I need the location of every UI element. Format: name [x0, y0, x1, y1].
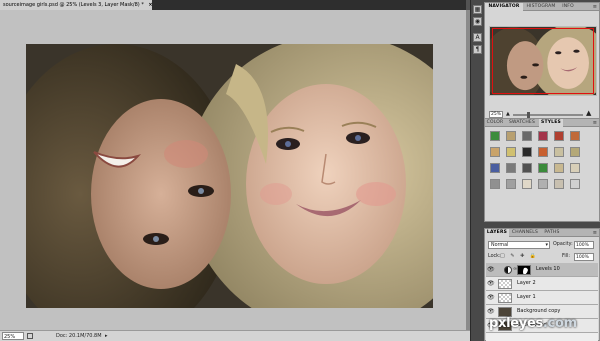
tab-styles[interactable]: STYLES	[539, 119, 563, 127]
tab-layers[interactable]: LAYERS	[485, 229, 509, 237]
tab-paths[interactable]: PATHS	[541, 229, 563, 237]
watermark-suffix: .com	[542, 316, 577, 331]
style-swatch[interactable]	[554, 163, 564, 173]
style-swatch[interactable]	[522, 131, 532, 141]
style-swatch[interactable]	[554, 147, 564, 157]
navigator-view-box[interactable]	[492, 28, 594, 94]
style-swatch[interactable]	[522, 163, 532, 173]
watermark: pxleyes.com	[489, 316, 577, 331]
navigator-panel: NAVIGATOR HISTOGRAM INFO ≡ 25% ▲ ▲	[484, 2, 600, 120]
layer-row[interactable]: 👁 Layer 2	[486, 277, 598, 291]
visibility-eye-icon[interactable]: 👁	[487, 280, 495, 287]
clone-source-icon[interactable]: ◉	[473, 17, 482, 26]
document-photo[interactable]	[26, 44, 433, 308]
style-swatch[interactable]	[554, 179, 564, 189]
photo-illustration	[26, 44, 433, 308]
layer-thumbnail	[498, 293, 512, 303]
style-swatch[interactable]	[554, 131, 564, 141]
blend-mode-select[interactable]: Normal	[488, 241, 550, 249]
document-tab-bar: sourceimage girls.psd @ 25% (Levels 3, L…	[0, 0, 466, 10]
style-swatch[interactable]	[538, 179, 548, 189]
fill-label: Fill:	[562, 254, 571, 259]
style-swatch[interactable]	[506, 163, 516, 173]
style-swatch[interactable]	[570, 131, 580, 141]
paragraph-icon[interactable]: ¶	[473, 45, 482, 54]
zoom-out-icon[interactable]: ▲	[506, 111, 510, 117]
status-icon[interactable]	[27, 333, 33, 339]
panel-menu-icon[interactable]: ≡	[593, 3, 597, 11]
visibility-eye-icon[interactable]: 👁	[487, 308, 495, 315]
navigator-tabs: NAVIGATOR HISTOGRAM INFO ≡	[485, 3, 599, 11]
layers-tabs: LAYERS CHANNELS PATHS ≡	[485, 229, 599, 237]
lock-icons[interactable]: □ ✎ ✚ 🔒	[500, 253, 538, 259]
layer-thumbnail	[498, 279, 512, 289]
opacity-label: Opacity:	[553, 242, 573, 247]
tab-navigator[interactable]: NAVIGATOR	[485, 3, 523, 11]
panel-menu-icon[interactable]: ≡	[593, 119, 597, 127]
style-swatch[interactable]	[506, 179, 516, 189]
zoom-field[interactable]: 25%	[2, 332, 24, 340]
lock-label: Lock:	[488, 254, 501, 259]
fill-field[interactable]: 100%	[574, 253, 594, 261]
right-panels: NAVIGATOR HISTOGRAM INFO ≡ 25% ▲ ▲ COLOR…	[484, 0, 600, 341]
layer-name[interactable]: Layer 1	[517, 291, 536, 304]
styles-tabs: COLOR SWATCHES STYLES ≡	[485, 119, 599, 127]
layer-name[interactable]: Levels 10	[536, 263, 560, 276]
style-swatch[interactable]	[538, 163, 548, 173]
style-swatch[interactable]	[570, 179, 580, 189]
panel-dock: ▦ ◉ A ¶	[470, 0, 484, 341]
style-swatch[interactable]	[538, 131, 548, 141]
style-swatch[interactable]	[570, 147, 580, 157]
tab-channels[interactable]: CHANNELS	[509, 229, 541, 237]
status-bar: 25% Doc: 20.1M/70.8M ▸	[0, 330, 470, 341]
layer-row[interactable]: 👁 ∞ Levels 10	[486, 263, 598, 277]
status-menu-arrow-icon[interactable]: ▸	[105, 331, 108, 341]
style-swatch[interactable]	[522, 147, 532, 157]
navigator-zoom-slider[interactable]	[513, 114, 583, 116]
levels-adjustment-icon	[504, 266, 512, 274]
opacity-field[interactable]: 100%	[574, 241, 594, 249]
canvas-area[interactable]	[0, 10, 466, 330]
brush-settings-icon[interactable]: ▦	[473, 5, 482, 14]
style-swatch[interactable]	[538, 147, 548, 157]
visibility-eye-icon[interactable]: 👁	[487, 266, 495, 273]
navigator-thumbnail[interactable]	[489, 26, 597, 96]
styles-panel: COLOR SWATCHES STYLES ≡	[484, 118, 600, 222]
style-swatch[interactable]	[490, 131, 500, 141]
panel-menu-icon[interactable]: ≡	[593, 229, 597, 237]
close-icon[interactable]: ×	[148, 2, 152, 8]
style-swatch[interactable]	[506, 131, 516, 141]
character-icon[interactable]: A	[473, 33, 482, 42]
visibility-eye-icon[interactable]: 👁	[487, 294, 495, 301]
document-size: Doc: 20.1M/70.8M	[56, 333, 102, 339]
document-tab[interactable]: sourceimage girls.psd @ 25% (Levels 3, L…	[0, 0, 152, 10]
document-tab-title: sourceimage girls.psd @ 25% (Levels 3, L…	[3, 2, 144, 8]
tab-histogram[interactable]: HISTOGRAM	[523, 3, 559, 11]
tab-swatches[interactable]: SWATCHES	[505, 119, 539, 127]
layer-name[interactable]: Layer 2	[517, 277, 536, 290]
tab-info[interactable]: INFO	[559, 3, 577, 11]
navigator-zoom-field[interactable]: 25%	[489, 111, 503, 118]
layer-row[interactable]: 👁 Layer 1	[486, 291, 598, 305]
layer-mask-thumbnail[interactable]	[517, 265, 531, 275]
tab-color[interactable]: COLOR	[485, 119, 505, 127]
watermark-text: pxleyes	[489, 316, 543, 331]
style-swatch[interactable]	[490, 163, 500, 173]
style-swatch[interactable]	[570, 163, 580, 173]
style-swatch[interactable]	[490, 179, 500, 189]
style-swatch[interactable]	[506, 147, 516, 157]
style-swatch[interactable]	[490, 147, 500, 157]
style-swatch[interactable]	[522, 179, 532, 189]
zoom-in-icon[interactable]: ▲	[586, 109, 591, 117]
